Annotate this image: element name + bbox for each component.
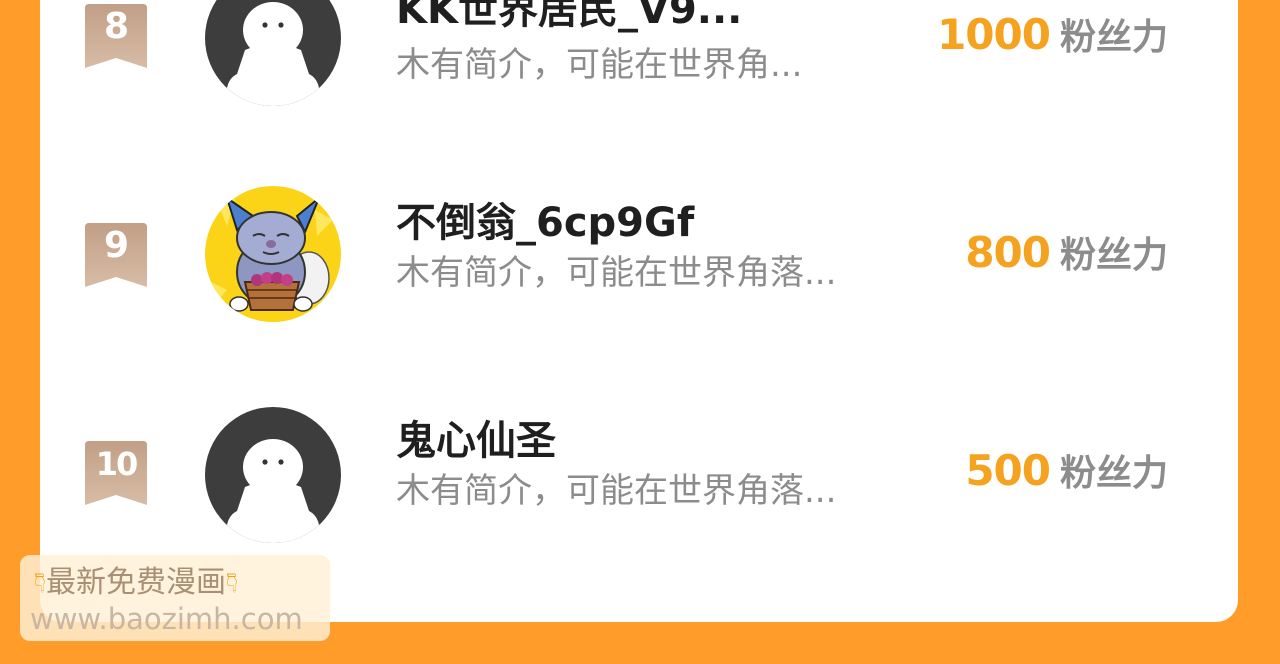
watermark-text: 最新免费漫画 [46,565,227,600]
default-avatar-icon [205,407,341,543]
ranking-row[interactable]: 9 不倒翁_6cp9Gf 木有简介，可能在世界角落... 800 粉丝力 [40,180,1238,330]
user-avatar[interactable] [205,407,341,543]
rank-number: 8 [103,6,129,47]
default-avatar-icon [205,0,341,106]
fan-power-unit: 粉丝力 [1059,453,1168,494]
fan-power-value: 800 [965,228,1051,277]
rank-badge: 8 [85,4,147,68]
chinchilla-avatar-icon [205,186,341,322]
watermark-title: 👇︎最新免费漫画👇︎ [34,563,238,603]
fan-power: 500 粉丝力 [965,446,1168,505]
user-avatar[interactable] [205,186,341,322]
user-name[interactable]: KK世界居民_V9... [396,0,742,34]
user-bio: 木有简介，可能在世界角落... [396,253,837,293]
user-name[interactable]: 不倒翁_6cp9Gf [396,199,694,247]
rank-number: 9 [103,225,129,266]
ranking-card: 8 KK世界居民_V9... 木有简介，可能在世界角... 1000 粉丝力 9… [40,0,1238,622]
user-bio: 木有简介，可能在世界角落... [396,471,837,511]
ranking-row[interactable]: 8 KK世界居民_V9... 木有简介，可能在世界角... 1000 粉丝力 [40,0,1238,120]
rank-badge: 10 [85,441,147,505]
user-bio: 木有简介，可能在世界角... [396,45,803,85]
fan-power-unit: 粉丝力 [1059,235,1168,276]
pointing-down-hand-icon: 👇︎ [226,566,239,599]
fan-power-value: 500 [965,446,1051,495]
site-watermark[interactable]: 👇︎最新免费漫画👇︎ www.baozimh.com [20,555,330,641]
watermark-url[interactable]: www.baozimh.com [30,601,303,637]
rank-number: 10 [95,445,139,483]
fan-power: 800 粉丝力 [965,228,1168,287]
pointing-down-hand-icon: 👇︎ [34,566,47,599]
user-name[interactable]: 鬼心仙圣 [396,417,556,465]
user-avatar[interactable] [205,0,341,106]
fan-power: 1000 粉丝力 [937,10,1168,69]
fan-power-unit: 粉丝力 [1059,17,1168,58]
fan-power-value: 1000 [937,10,1051,59]
rank-badge: 9 [85,223,147,287]
ranking-row[interactable]: 10 鬼心仙圣 木有简介，可能在世界角落... 500 粉丝力 [40,400,1238,550]
